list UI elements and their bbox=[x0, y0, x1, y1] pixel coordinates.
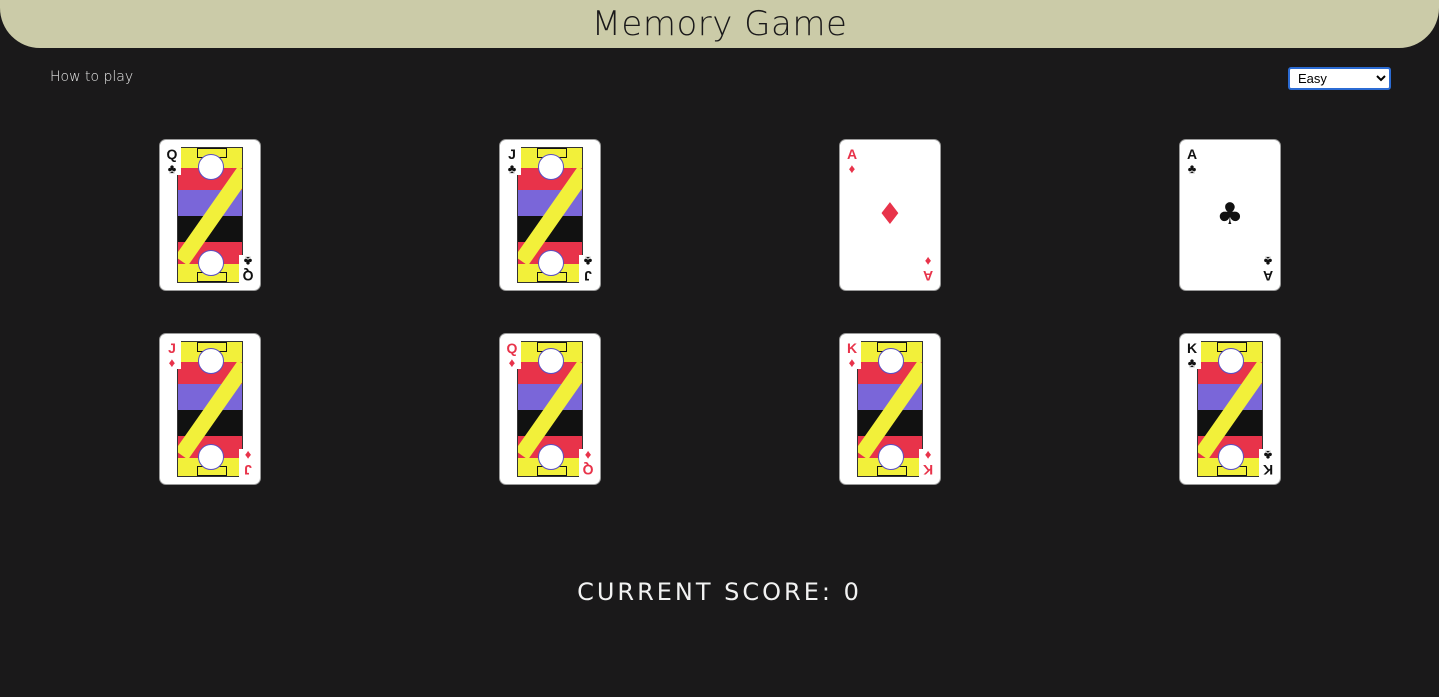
card-corner-index: K ♣ bbox=[1183, 341, 1201, 369]
card-suit-icon: ♦ bbox=[848, 161, 856, 176]
card-corner-index: J ♦ bbox=[239, 448, 257, 478]
card-suit-icon: ♦ bbox=[924, 254, 932, 269]
card-suit-icon: ♦ bbox=[848, 355, 856, 370]
card-center-suit-icon: ♦ bbox=[876, 197, 904, 232]
card-rank: K bbox=[1262, 462, 1274, 478]
card-rank: K bbox=[1186, 340, 1198, 356]
card-rank: Q bbox=[242, 268, 254, 284]
card-suit-icon: ♣ bbox=[167, 161, 177, 176]
card-rank: J bbox=[584, 268, 592, 284]
playing-card[interactable]: J ♦ J ♦ bbox=[159, 333, 261, 485]
card-face-art bbox=[517, 341, 583, 477]
card-suit-icon: ♦ bbox=[244, 448, 252, 463]
playing-card[interactable]: K ♣ K ♣ bbox=[1179, 333, 1281, 485]
card-corner-index: A ♣ bbox=[1259, 254, 1277, 284]
card-rank: J bbox=[508, 146, 516, 162]
card-rank: Q bbox=[506, 340, 518, 356]
card-rank: A bbox=[1186, 146, 1198, 162]
card-corner-index: A ♦ bbox=[843, 147, 861, 175]
playing-card[interactable]: K ♦ K ♦ bbox=[839, 333, 941, 485]
card-corner-index: A ♦ bbox=[919, 254, 937, 284]
card-suit-icon: ♣ bbox=[507, 161, 517, 176]
current-score: CURRENT SCORE: 0 bbox=[577, 578, 862, 606]
card-rank: J bbox=[244, 462, 252, 478]
card-rank: Q bbox=[166, 146, 178, 162]
card-corner-index: Q ♣ bbox=[163, 147, 181, 175]
card-rank: Q bbox=[582, 462, 594, 478]
card-suit-icon: ♦ bbox=[924, 448, 932, 463]
card-suit-icon: ♦ bbox=[168, 355, 176, 370]
card-corner-index: K ♦ bbox=[843, 341, 861, 369]
header-bar: Memory Game bbox=[0, 0, 1439, 48]
difficulty-select[interactable]: Easy bbox=[1288, 67, 1391, 90]
card-rank: J bbox=[168, 340, 176, 356]
how-to-play-link[interactable]: How to play bbox=[50, 69, 133, 85]
card-corner-index: Q ♦ bbox=[579, 448, 597, 478]
card-corner-index: J ♦ bbox=[163, 341, 181, 369]
playing-card[interactable]: ♦ A ♦ A ♦ bbox=[839, 139, 941, 291]
card-suit-icon: ♣ bbox=[583, 254, 593, 269]
playing-card[interactable]: Q ♣ Q ♣ bbox=[159, 139, 261, 291]
card-suit-icon: ♣ bbox=[1263, 254, 1273, 269]
card-suit-icon: ♦ bbox=[584, 448, 592, 463]
card-face-art bbox=[177, 341, 243, 477]
page-title: Memory Game bbox=[591, 4, 848, 44]
card-rank: A bbox=[922, 268, 934, 284]
card-suit-icon: ♣ bbox=[1187, 355, 1197, 370]
playing-card[interactable]: J ♣ J ♣ bbox=[499, 139, 601, 291]
card-suit-icon: ♦ bbox=[508, 355, 516, 370]
card-face-art bbox=[517, 147, 583, 283]
card-corner-index: Q ♦ bbox=[503, 341, 521, 369]
card-face-art bbox=[177, 147, 243, 283]
playing-card[interactable]: Q ♦ Q ♦ bbox=[499, 333, 601, 485]
card-rank: A bbox=[1262, 268, 1274, 284]
card-corner-index: K ♣ bbox=[1259, 448, 1277, 478]
card-corner-index: J ♣ bbox=[503, 147, 521, 175]
card-rank: K bbox=[922, 462, 934, 478]
card-suit-icon: ♣ bbox=[1187, 161, 1197, 176]
card-suit-icon: ♣ bbox=[1263, 448, 1273, 463]
card-corner-index: J ♣ bbox=[579, 254, 597, 284]
card-corner-index: Q ♣ bbox=[239, 254, 257, 284]
card-rank: K bbox=[846, 340, 858, 356]
playing-card[interactable]: ♣ A ♣ A ♣ bbox=[1179, 139, 1281, 291]
card-face-art bbox=[857, 341, 923, 477]
card-center-suit-icon: ♣ bbox=[1216, 197, 1244, 232]
card-suit-icon: ♣ bbox=[243, 254, 253, 269]
card-rank: A bbox=[846, 146, 858, 162]
card-face-art bbox=[1197, 341, 1263, 477]
card-corner-index: A ♣ bbox=[1183, 147, 1201, 175]
card-corner-index: K ♦ bbox=[919, 448, 937, 478]
